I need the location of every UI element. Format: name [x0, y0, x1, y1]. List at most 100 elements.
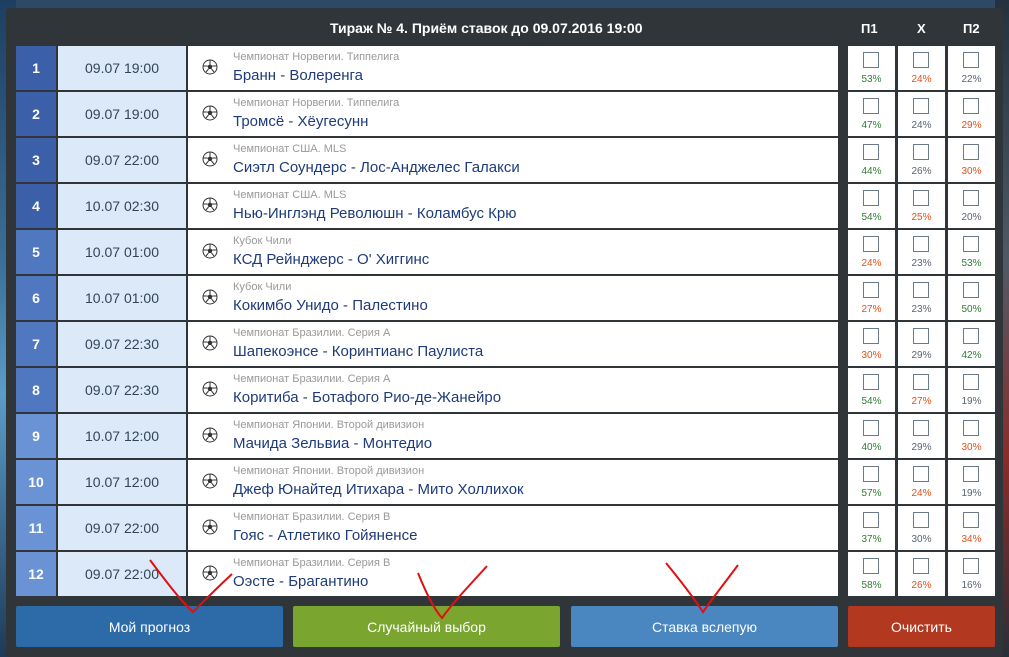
outcome-checkbox-p1[interactable]	[863, 374, 879, 390]
soccer-ball-icon	[202, 335, 218, 351]
outcome-cell-p1: 47%	[848, 92, 895, 136]
outcome-checkbox-p1[interactable]	[863, 466, 879, 482]
outcome-checkbox-x[interactable]	[913, 190, 929, 206]
match-date: 10.07 01:00	[58, 230, 186, 274]
teams-name: Джеф Юнайтед Итихара - Мито Холлихок	[233, 481, 524, 498]
match-date: 09.07 22:00	[58, 138, 186, 182]
outcome-percent-p1: 47%	[861, 120, 882, 131]
match-number: 1	[16, 46, 56, 90]
match-info: Чемпионат Бразилии. Серия А Шапекоэнсе - …	[188, 322, 838, 366]
outcome-cell-p1: 27%	[848, 276, 895, 320]
outcome-checkbox-x[interactable]	[913, 558, 929, 574]
match-date: 09.07 19:00	[58, 92, 186, 136]
outcome-percent-p2: 30%	[961, 166, 982, 177]
outcome-checkbox-p2[interactable]	[963, 512, 979, 528]
league-name: Чемпионат Японии. Второй дивизион	[233, 419, 425, 431]
outcome-checkbox-x[interactable]	[913, 98, 929, 114]
outcome-percent-p2: 30%	[961, 442, 982, 453]
clear-button[interactable]: Очистить	[848, 606, 995, 647]
outcome-cell-p2: 19%	[948, 460, 995, 504]
teams-name: Оэсте - Брагантино	[233, 573, 369, 590]
outcome-cell-x: 27%	[898, 368, 945, 412]
outcome-checkbox-x[interactable]	[913, 144, 929, 160]
teams-name: Бранн - Волеренга	[233, 67, 363, 84]
league-name: Кубок Чили	[233, 281, 292, 293]
teams-name: Кокимбо Унидо - Палестино	[233, 297, 428, 314]
outcome-cell-p1: 24%	[848, 230, 895, 274]
outcome-percent-p1: 30%	[861, 350, 882, 361]
league-name: Чемпионат Норвегии. Типпелига	[233, 97, 400, 109]
outcome-checkbox-p2[interactable]	[963, 420, 979, 436]
outcome-percent-x: 24%	[911, 120, 932, 131]
outcome-checkbox-p2[interactable]	[963, 374, 979, 390]
outcome-cell-x: 24%	[898, 92, 945, 136]
match-row: 12 09.07 22:00 Чемпионат Бразилии. Серия В…	[16, 552, 996, 596]
outcome-percent-p2: 20%	[961, 212, 982, 223]
outcome-checkbox-p2[interactable]	[963, 328, 979, 344]
teams-name: Тромсё - Хёугесунн	[233, 113, 369, 130]
outcome-checkbox-x[interactable]	[913, 52, 929, 68]
match-info: Чемпионат Бразилии. Серия В Оэсте - Брага…	[188, 552, 838, 596]
outcome-checkbox-p1[interactable]	[863, 144, 879, 160]
match-number: 3	[16, 138, 56, 182]
match-row: 1 09.07 19:00 Чемпионат Норвегии. Типпелиг…	[16, 46, 996, 90]
outcome-checkbox-p1[interactable]	[863, 52, 879, 68]
soccer-ball-icon	[202, 59, 218, 75]
outcome-checkbox-p2[interactable]	[963, 282, 979, 298]
outcome-checkbox-p1[interactable]	[863, 236, 879, 252]
teams-name: Шапекоэнсе - Коринтианс Паулиста	[233, 343, 484, 360]
outcome-checkbox-p1[interactable]	[863, 420, 879, 436]
outcome-percent-p1: 58%	[861, 580, 882, 591]
match-number: 9	[16, 414, 56, 458]
match-date: 10.07 02:30	[58, 184, 186, 228]
outcome-checkbox-x[interactable]	[913, 236, 929, 252]
outcome-percent-p2: 42%	[961, 350, 982, 361]
outcome-percent-p1: 24%	[861, 258, 882, 269]
outcome-checkbox-p1[interactable]	[863, 98, 879, 114]
outcome-percent-p1: 37%	[861, 534, 882, 545]
outcome-checkbox-p1[interactable]	[863, 328, 879, 344]
outcome-checkbox-p2[interactable]	[963, 190, 979, 206]
outcome-checkbox-p1[interactable]	[863, 282, 879, 298]
outcome-checkbox-p2[interactable]	[963, 98, 979, 114]
outcome-cell-p1: 30%	[848, 322, 895, 366]
outcome-checkbox-x[interactable]	[913, 328, 929, 344]
match-date: 09.07 19:00	[58, 46, 186, 90]
soccer-ball-icon	[202, 289, 218, 305]
outcome-checkbox-p2[interactable]	[963, 52, 979, 68]
soccer-ball-icon	[202, 381, 218, 397]
match-row: 2 09.07 19:00 Чемпионат Норвегии. Типпелиг…	[16, 92, 996, 136]
outcome-cell-p1: 40%	[848, 414, 895, 458]
outcome-checkbox-p1[interactable]	[863, 190, 879, 206]
outcome-checkbox-p2[interactable]	[963, 466, 979, 482]
blind-bet-button[interactable]: Ставка вслепую	[571, 606, 838, 647]
outcome-cell-x: 23%	[898, 230, 945, 274]
outcome-checkbox-x[interactable]	[913, 282, 929, 298]
match-date: 09.07 22:00	[58, 506, 186, 550]
match-number: 2	[16, 92, 56, 136]
match-row: 9 10.07 12:00 Чемпионат Японии. Второй див…	[16, 414, 996, 458]
outcome-checkbox-x[interactable]	[913, 512, 929, 528]
random-choice-button[interactable]: Случайный выбор	[293, 606, 560, 647]
my-forecast-button[interactable]: Мой прогноз	[16, 606, 283, 647]
league-name: Кубок Чили	[233, 235, 292, 247]
outcome-checkbox-p2[interactable]	[963, 236, 979, 252]
outcome-checkbox-p1[interactable]	[863, 558, 879, 574]
outcome-percent-x: 23%	[911, 258, 932, 269]
league-name: Чемпионат Бразилии. Серия В	[233, 557, 391, 569]
outcome-cell-x: 25%	[898, 184, 945, 228]
match-number: 4	[16, 184, 56, 228]
match-row: 4 10.07 02:30 Чемпионат США. MLS Нью-Инглэн…	[16, 184, 996, 228]
match-info: Чемпионат Бразилии. Серия А Коритиба - Бо…	[188, 368, 838, 412]
outcome-checkbox-x[interactable]	[913, 374, 929, 390]
outcome-checkbox-p2[interactable]	[963, 144, 979, 160]
outcome-checkbox-p1[interactable]	[863, 512, 879, 528]
match-number: 11	[16, 506, 56, 550]
outcome-checkbox-x[interactable]	[913, 420, 929, 436]
match-number: 8	[16, 368, 56, 412]
outcome-checkbox-x[interactable]	[913, 466, 929, 482]
outcome-checkbox-p2[interactable]	[963, 558, 979, 574]
outcome-percent-x: 29%	[911, 442, 932, 453]
outcome-cell-x: 29%	[898, 414, 945, 458]
outcome-percent-p1: 27%	[861, 304, 882, 315]
